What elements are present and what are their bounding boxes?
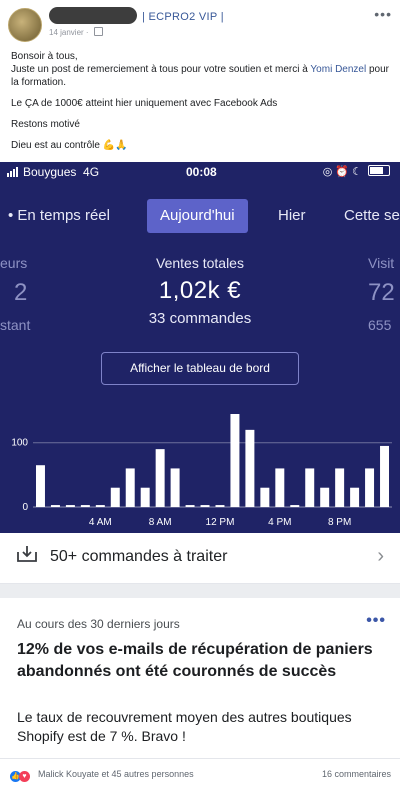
post-line: Le ÇA de 1000€ atteint hier uniquement a… [11,98,278,109]
bar-hour-22[interactable] [365,468,375,507]
view-dashboard-button[interactable]: Afficher le tableau de bord [101,352,299,385]
x-tick-label: 8 AM [149,517,172,528]
bar-hour-7[interactable] [140,487,150,507]
alarm-icon: ⏰ [335,166,350,178]
status-bar: Bouygues 4G 00:08 ◎ ⏰ ☾ [0,162,400,182]
mention-link[interactable]: Yomi Denzel [310,64,366,75]
orders-to-process-row[interactable]: 50+ commandes à traiter › [0,533,400,584]
download-tray-icon [17,546,37,562]
tab-realtime[interactable]: • En temps réel [8,199,110,233]
card-title: 12% de vos e-mails de récupération de pa… [17,641,373,680]
lock-icon: ◎ [322,166,333,178]
post-line: Dieu est au contrôle 💪🙏 [11,140,128,151]
redacted-author-name [49,7,137,24]
card-body: Le taux de recouvrement moyen des autres… [17,709,352,744]
bar-hour-15[interactable] [260,487,270,507]
x-tick-label: 12 PM [206,517,235,528]
metric-left-value: 2 [14,279,28,306]
moon-icon: ☾ [352,166,362,178]
post-text: Bonsoir à tous, Juste un post de remerci… [11,50,391,152]
avatar[interactable] [8,8,42,42]
card-subtitle: Au cours des 30 derniers jours [17,617,180,631]
reactions-bar: 👍 ♥ Malick Kouyate et 45 autres personnes… [0,758,400,792]
insight-card: Au cours des 30 derniers jours ••• 12% d… [0,598,400,758]
carrier: Bouygues [23,165,77,179]
y-tick-label: 100 [11,438,28,449]
metric-left-title: eurs [0,255,28,271]
metric-left-sub: stant [0,317,31,333]
bar-hour-19[interactable] [320,487,330,507]
battery-icon [368,165,390,176]
tab-yesterday[interactable]: Hier [278,199,306,233]
more-options-icon[interactable]: ••• [374,6,392,22]
clock: 00:08 [186,165,217,179]
bar-hour-16[interactable] [275,468,285,507]
metric-subtitle: 33 commandes [148,310,252,327]
bar-hour-11[interactable] [200,505,210,507]
signal-icon [7,166,19,180]
shopify-screenshot: Bouygues 4G 00:08 ◎ ⏰ ☾ • En temps réel … [0,162,400,533]
post-date-text: 14 janvier [49,28,84,37]
x-tick-label: 8 PM [328,517,351,528]
bar-hour-6[interactable] [125,468,135,507]
tab-this-week[interactable]: Cette se [344,199,400,233]
chevron-right-icon: › [377,545,384,567]
status-icons: ◎ ⏰ ☾ [323,165,390,178]
reaction-icons[interactable]: 👍 ♥ [10,768,30,786]
bar-hour-21[interactable] [350,487,360,507]
bar-hour-14[interactable] [245,429,255,507]
bar-hour-2[interactable] [65,505,75,507]
bar-hour-3[interactable] [80,505,90,507]
bar-hour-0[interactable] [35,465,45,507]
post-text-fragment: Juste un post de remerciement à tous pou… [11,64,311,75]
bar-hour-4[interactable] [95,505,105,507]
date-range-tabs: • En temps réel Aujourd'hui Hier Cette s… [0,199,400,235]
metric-total-sales[interactable]: Ventes totales 1,02k € 33 commandes [100,255,300,327]
metric-right-title: Visit [368,255,395,271]
reactions-text[interactable]: Malick Kouyate et 45 autres personnes [38,769,194,779]
metric-right-value: 72 [368,279,395,306]
bar-hour-23[interactable] [380,445,390,507]
comments-count[interactable]: 16 commentaires [322,769,391,779]
bar-hour-20[interactable] [335,468,345,507]
post-line: Juste un post de remerciement à tous pou… [11,63,391,89]
bar-hour-5[interactable] [110,487,120,507]
metric-title: Ventes totales [156,255,244,271]
bar-hour-10[interactable] [185,505,195,507]
audience-icon [93,27,103,36]
bar-hour-1[interactable] [50,505,60,507]
bar-hour-17[interactable] [290,505,300,507]
post-date[interactable]: 14 janvier · [49,27,103,37]
bar-hour-9[interactable] [170,468,180,507]
section-divider [0,584,400,598]
x-tick-label: 4 AM [89,517,112,528]
orders-to-process-label: 50+ commandes à traiter [50,548,228,565]
bar-hour-18[interactable] [305,468,315,507]
bar-hour-8[interactable] [155,449,165,507]
bar-hour-12[interactable] [215,505,225,507]
tab-today[interactable]: Aujourd'hui [147,199,248,233]
x-tick-label: 4 PM [268,517,291,528]
card-more-icon[interactable]: ••• [366,612,386,630]
group-name[interactable]: | ECPRO2 VIP | [142,11,224,23]
bar-hour-13[interactable] [230,414,240,507]
carrier-info: Bouygues 4G [7,165,99,180]
post-line: Bonsoir à tous, [11,51,78,62]
post-header: | ECPRO2 VIP | 14 janvier · ••• [0,0,400,42]
metric-value: 1,02k € [158,277,242,304]
sales-bar-chart: 0 100 4 AM 8 AM 12 PM 4 PM 8 PM [11,414,392,528]
love-icon: ♥ [19,771,30,783]
network: 4G [83,165,100,179]
y-tick-label: 0 [22,502,28,513]
metric-right-sub: 655 [368,317,392,333]
post-line: Restons motivé [11,119,80,130]
